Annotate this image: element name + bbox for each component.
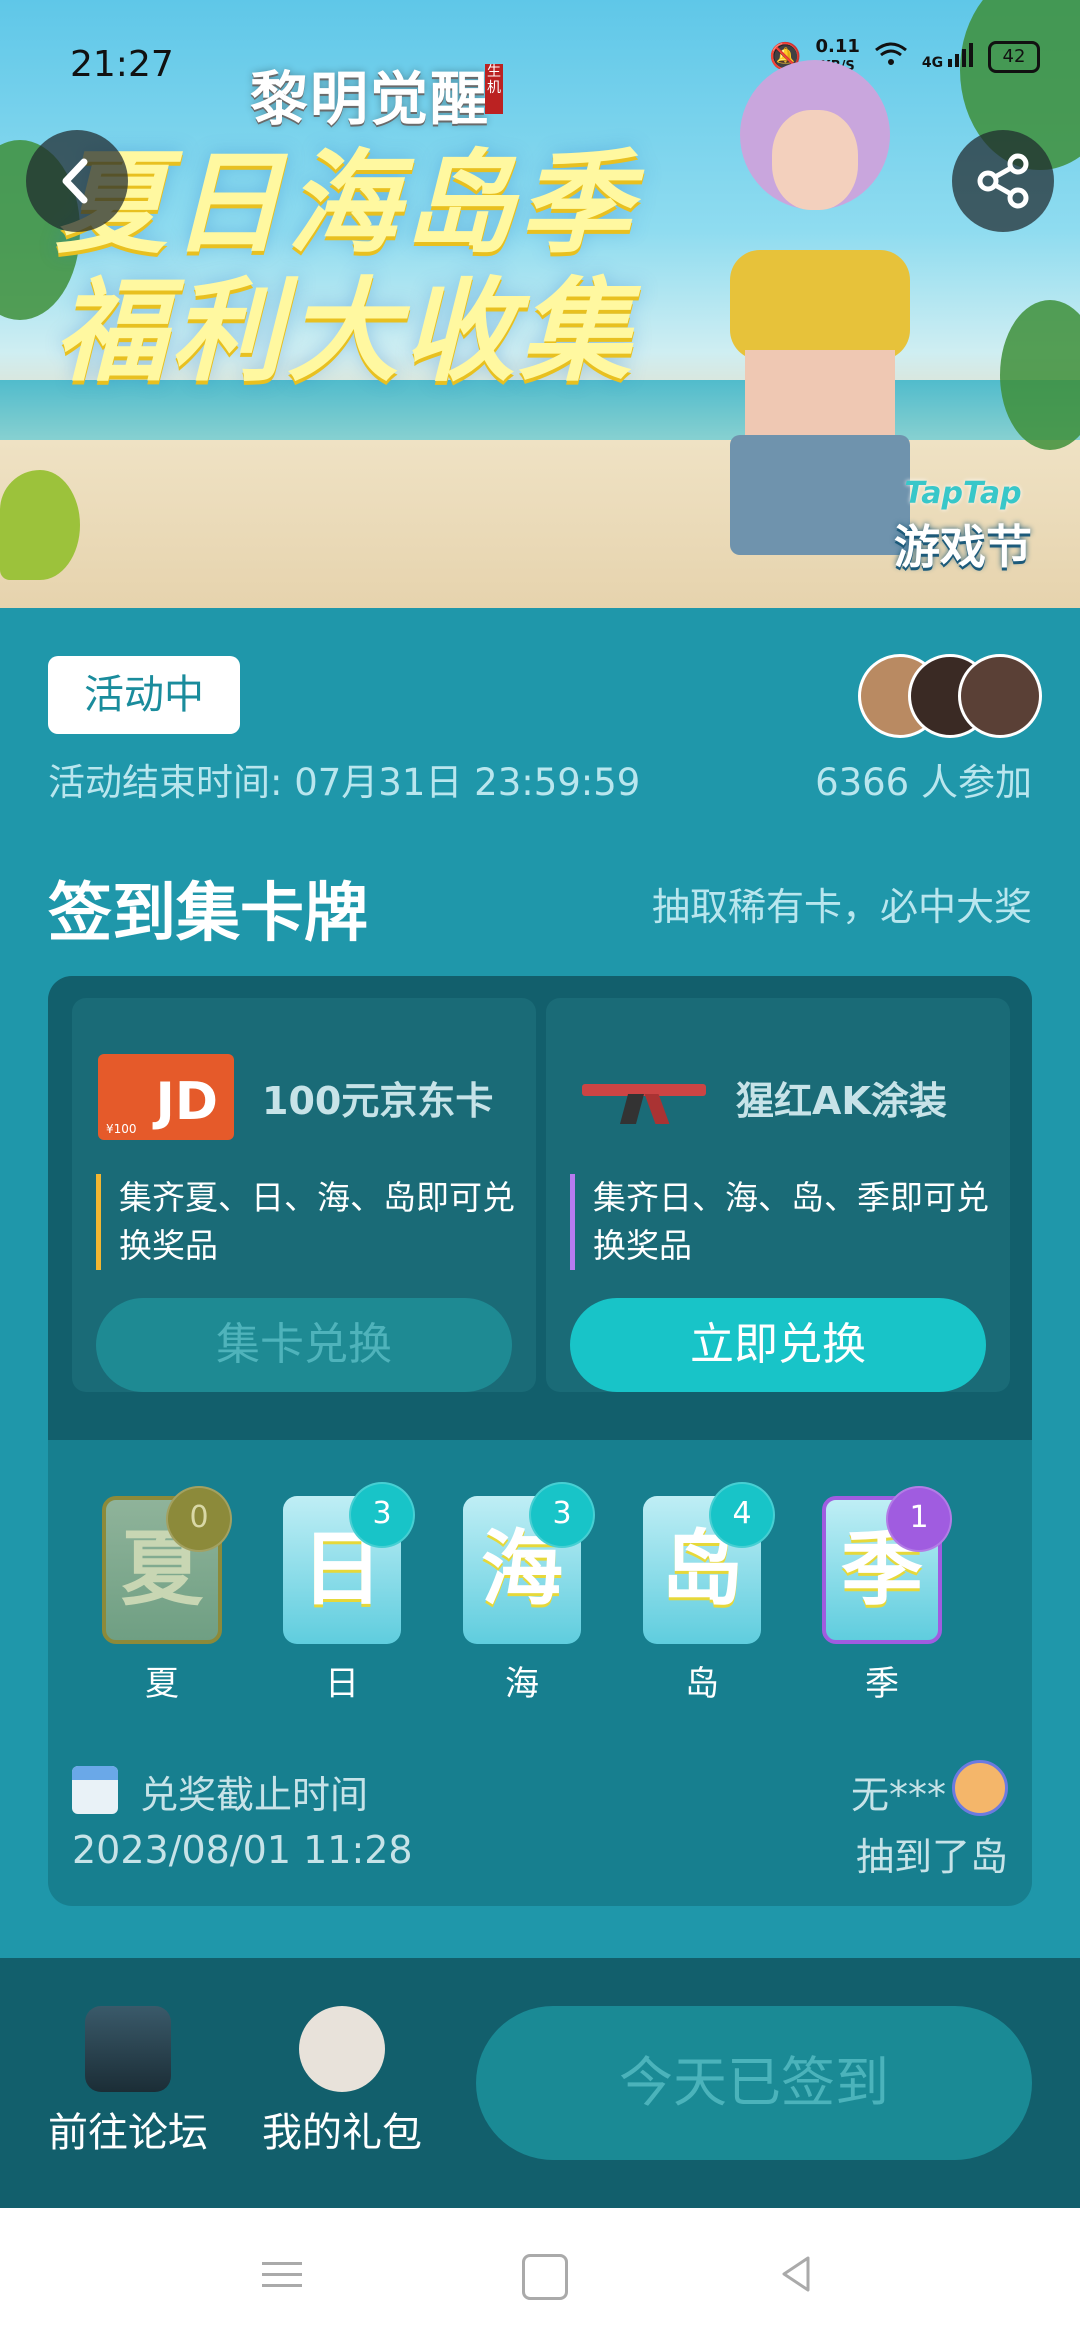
winner-avatar xyxy=(952,1760,1008,1816)
jd-card-image: JD ¥100 xyxy=(98,1054,234,1140)
event-status-badge: 活动中 xyxy=(48,656,240,734)
card-label: 季 xyxy=(865,1664,899,1704)
card-label: 海 xyxy=(505,1664,539,1704)
system-navigation-bar xyxy=(0,2208,1080,2340)
chevron-left-icon xyxy=(62,158,88,204)
reward-name: 猩红AK涂装 xyxy=(736,1079,947,1123)
gift-icon xyxy=(299,2006,385,2092)
battery-indicator: 42 xyxy=(988,41,1040,73)
forum-icon xyxy=(85,2006,171,2092)
checked-in-button[interactable]: 今天已签到 xyxy=(476,2006,1032,2160)
back-triangle-icon[interactable] xyxy=(776,2254,816,2294)
back-button[interactable] xyxy=(26,130,128,232)
festival-name: 游戏节 xyxy=(894,520,1032,574)
reward-name: 100元京东卡 xyxy=(262,1079,494,1123)
jd-card-logo: JD xyxy=(155,1072,218,1132)
card-tile: 海 3 xyxy=(463,1482,595,1644)
reward-description: 集齐日、海、岛、季即可兑换奖品 xyxy=(570,1174,1013,1270)
reward-card-ak-skin: 猩红AK涂装 集齐日、海、岛、季即可兑换奖品 立即兑换 xyxy=(546,998,1010,1392)
card-count-badge: 1 xyxy=(886,1486,952,1552)
card-count-badge: 3 xyxy=(349,1482,415,1548)
card-collection-panel: JD ¥100 100元京东卡 集齐夏、日、海、岛即可兑换奖品 集卡兑换 猩红A… xyxy=(48,976,1032,1906)
card-label: 夏 xyxy=(145,1664,179,1704)
section-title: 签到集卡牌 xyxy=(48,877,368,951)
home-icon[interactable] xyxy=(522,2254,568,2300)
avatar xyxy=(958,654,1042,738)
card-label: 日 xyxy=(325,1664,359,1704)
share-icon xyxy=(977,153,1029,209)
card-xia[interactable]: 夏 0 夏 xyxy=(102,1486,232,1705)
game-logo: 黎明觉醒 xyxy=(250,65,491,133)
coconut-drink-illustration xyxy=(0,470,80,580)
participant-count: 6366 人参加 xyxy=(815,761,1032,804)
winner-name: 无*** xyxy=(850,1773,946,1817)
winner-text: 抽到了岛 xyxy=(855,1835,1008,1879)
card-hai[interactable]: 海 3 海 xyxy=(462,1482,595,1705)
card-tile: 岛 4 xyxy=(643,1482,775,1644)
participant-avatars[interactable] xyxy=(858,654,1042,738)
deadline-value: 2023/08/01 11:28 xyxy=(72,1828,413,1872)
reward-card-jd: JD ¥100 100元京东卡 集齐夏、日、海、岛即可兑换奖品 集卡兑换 xyxy=(72,998,536,1392)
game-logo-sub: 生机 xyxy=(485,64,503,114)
my-gifts-button[interactable]: 我的礼包 xyxy=(262,2006,422,2158)
card-tile: 日 3 xyxy=(283,1482,415,1644)
bottom-action-bar: 前往论坛 我的礼包 今天已签到 xyxy=(0,1958,1080,2208)
section-subtitle: 抽取稀有卡，必中大奖 xyxy=(651,885,1032,929)
menu-icon[interactable] xyxy=(262,2254,302,2294)
event-end-time: 活动结束时间: 07月31日 23:59:59 xyxy=(48,761,641,804)
banner-title-line2: 福利大收集 xyxy=(55,267,635,397)
reward-description: 集齐夏、日、海、岛即可兑换奖品 xyxy=(96,1174,539,1270)
card-count-badge: 0 xyxy=(166,1486,232,1552)
card-tile: 季 1 xyxy=(822,1486,952,1644)
card-ji[interactable]: 季 1 季 xyxy=(822,1486,952,1705)
card-label: 岛 xyxy=(685,1664,719,1704)
forum-label: 前往论坛 xyxy=(48,2110,208,2156)
jd-card-value: ¥100 xyxy=(106,1122,137,1136)
ak-rifle-image xyxy=(572,1054,708,1140)
banner-title: 夏日海岛季 福利大收集 xyxy=(55,140,635,396)
festival-brand: TapTap xyxy=(904,476,1022,511)
rewards-area: JD ¥100 100元京东卡 集齐夏、日、海、岛即可兑换奖品 集卡兑换 猩红A… xyxy=(48,976,1032,1440)
collect-redeem-button[interactable]: 集卡兑换 xyxy=(96,1298,512,1392)
card-count-badge: 4 xyxy=(709,1482,775,1548)
status-time: 21:27 xyxy=(70,44,174,85)
gifts-label: 我的礼包 xyxy=(262,2110,422,2156)
share-button[interactable] xyxy=(952,130,1054,232)
forum-button[interactable]: 前往论坛 xyxy=(48,2006,208,2158)
banner-title-line1: 夏日海岛季 xyxy=(55,139,635,269)
card-dao[interactable]: 岛 4 岛 xyxy=(642,1482,775,1705)
collected-cards: 夏 0 夏 日 3 日 海 3 海 岛 4 岛 季 1 季 xyxy=(48,1482,1032,1704)
taptap-festival-logo: TapTap 游戏节 xyxy=(878,476,1048,577)
deadline-label: 兑奖截止时间 xyxy=(140,1773,369,1817)
card-ri[interactable]: 日 3 日 xyxy=(282,1482,415,1705)
card-tile: 夏 0 xyxy=(102,1486,232,1644)
redeem-now-button[interactable]: 立即兑换 xyxy=(570,1298,986,1392)
event-banner: 21:27 🔕 0.11 KB/S 4G 42 黎明觉醒 生机 夏日海岛季 福利… xyxy=(0,0,1080,608)
card-count-badge: 3 xyxy=(529,1482,595,1548)
calendar-icon xyxy=(72,1766,118,1814)
